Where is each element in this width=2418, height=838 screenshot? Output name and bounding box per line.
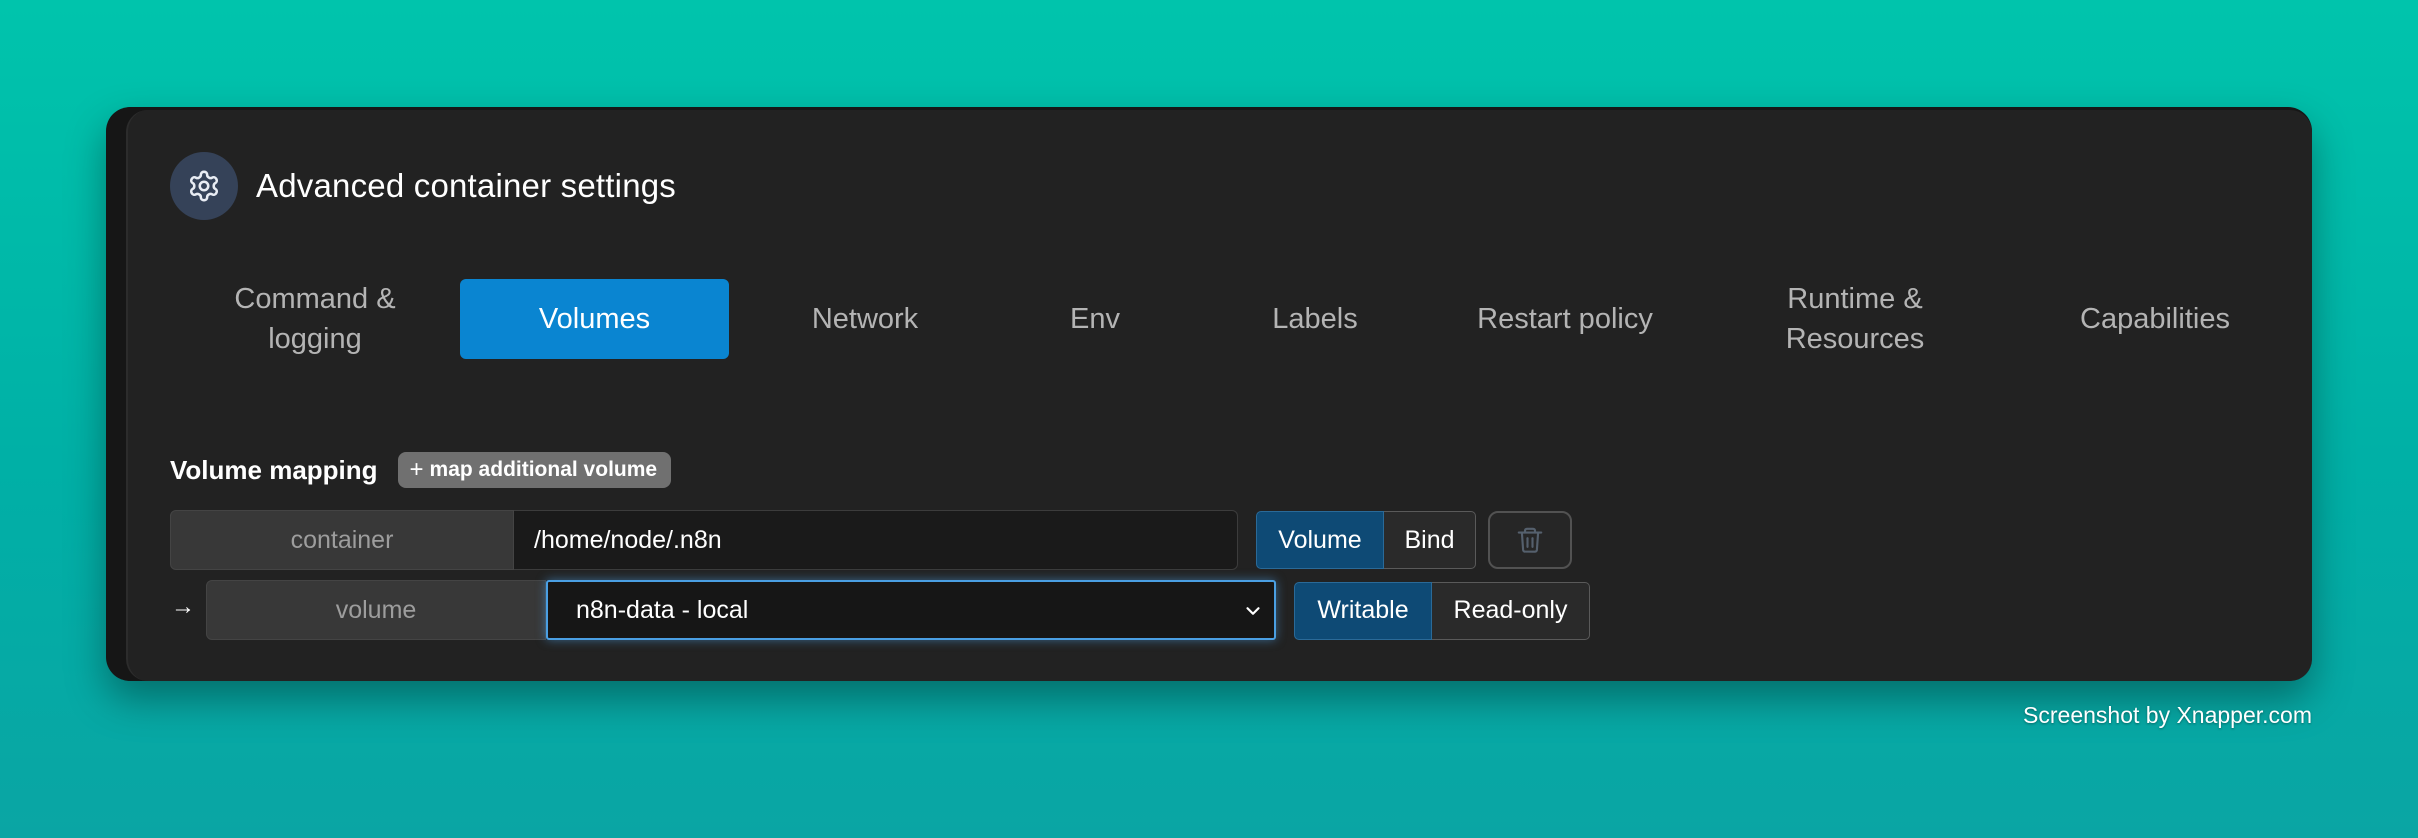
- tab-label: Capabilities: [2080, 303, 2230, 335]
- tab-restart-policy[interactable]: Restart policy: [1440, 279, 1690, 359]
- chevron-down-icon: [1246, 607, 1260, 615]
- tab-label: Command & logging: [234, 283, 396, 355]
- trash-icon: [1517, 527, 1543, 553]
- container-path-input[interactable]: /home/node/.n8n: [514, 510, 1238, 570]
- tab-label: Runtime & Resources: [1785, 283, 1925, 355]
- volume-select[interactable]: n8n-data - local: [546, 580, 1276, 640]
- volume-type-toggle: Volume Bind: [1256, 511, 1476, 569]
- tab-label: Env: [1070, 303, 1120, 335]
- tab-labels[interactable]: Labels: [1230, 279, 1400, 359]
- screenshot-credit: Screenshot by Xnapper.com: [2023, 702, 2312, 728]
- volume-addon: volume: [206, 580, 546, 640]
- volume-row-volume: → volume n8n-data - local Writable Read-…: [170, 580, 1590, 640]
- tab-label: Restart policy: [1477, 303, 1653, 335]
- settings-tabs: Command & logging Volumes Network Env La…: [170, 279, 2270, 389]
- tab-label: Network: [811, 303, 919, 335]
- volume-type-button[interactable]: Volume: [1256, 511, 1384, 569]
- panel-title: Advanced container settings: [256, 167, 676, 204]
- map-additional-volume-button[interactable]: + map additional volume: [397, 452, 672, 488]
- arrow-right-icon: →: [171, 593, 195, 620]
- advanced-settings-panel: Advanced container settings Command & lo…: [126, 110, 2312, 681]
- panel-header: Advanced container settings: [170, 152, 676, 220]
- gear-icon: [170, 152, 238, 220]
- tab-capabilities[interactable]: Capabilities: [2040, 279, 2270, 359]
- container-addon: container: [170, 510, 514, 570]
- tab-env[interactable]: Env: [1030, 279, 1160, 359]
- bind-type-button[interactable]: Bind: [1384, 511, 1476, 569]
- add-volume-label: map additional volume: [429, 458, 658, 481]
- remove-volume-button[interactable]: [1488, 511, 1572, 569]
- tab-command-logging[interactable]: Command & logging: [170, 279, 460, 359]
- tab-network[interactable]: Network: [760, 279, 970, 359]
- plus-icon: +: [409, 456, 424, 483]
- tab-label: Volumes: [538, 303, 651, 335]
- volume-mapping-header: Volume mapping + map additional volume: [170, 452, 672, 488]
- writable-button[interactable]: Writable: [1294, 581, 1432, 640]
- tab-volumes[interactable]: Volumes: [460, 279, 729, 359]
- volume-row-container: container /home/node/.n8n Volume Bind: [170, 510, 1572, 570]
- tab-runtime-resources[interactable]: Runtime & Resources: [1730, 279, 1980, 359]
- tab-label: Labels: [1272, 303, 1358, 335]
- volume-select-value: n8n-data - local: [576, 595, 749, 624]
- access-mode-toggle: Writable Read-only: [1294, 581, 1590, 640]
- read-only-button[interactable]: Read-only: [1432, 581, 1590, 640]
- volume-mapping-label: Volume mapping: [170, 454, 378, 485]
